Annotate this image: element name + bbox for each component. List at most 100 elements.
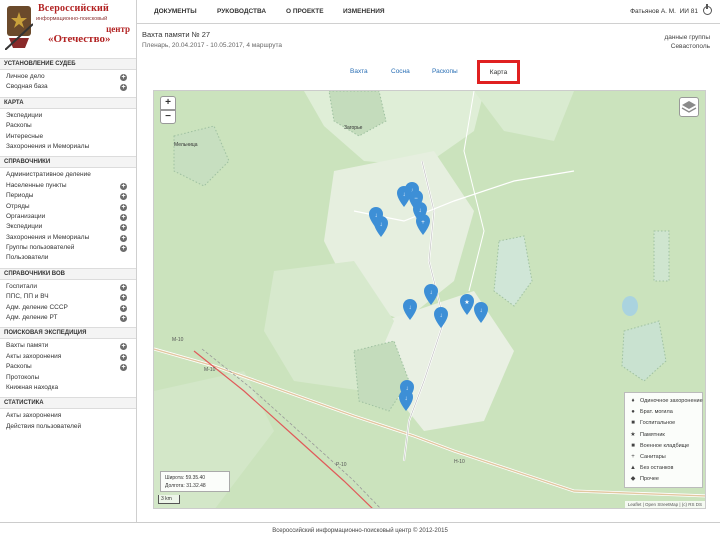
sidebar-item[interactable]: Захоронения и Мемориалы + <box>0 233 136 243</box>
tab-pine[interactable]: Сосна <box>391 68 410 75</box>
sidebar-item[interactable]: Сводная база + <box>0 82 136 92</box>
sidebar-item[interactable]: Организации + <box>0 212 136 222</box>
sidebar-item-label: Акты захоронения <box>6 352 62 360</box>
legend-item[interactable]: ■ Госпитальное <box>629 418 698 429</box>
legend-item[interactable]: ♦ Одиночное захоронение <box>629 396 702 407</box>
add-icon[interactable]: + <box>120 353 127 361</box>
add-icon[interactable]: + <box>120 203 127 211</box>
sidebar-item[interactable]: Отряды + <box>0 202 136 212</box>
triangle-icon: ▲ <box>630 465 636 472</box>
sidebar-item-label: Акты захоронения <box>6 412 62 420</box>
sidebar-item-label: Экспедиции <box>6 223 43 231</box>
map[interactable]: Загорье Мельница М-10 М-10 Р-10 Н-10 ↓ ↓… <box>153 90 706 509</box>
sidebar-item[interactable]: Личное дело + <box>0 72 136 82</box>
logo-line-2: информационно-поисковый <box>36 16 108 22</box>
star-icon: ★ <box>630 431 636 438</box>
add-icon[interactable]: + <box>120 213 127 221</box>
sidebar-item-label: Сводная база <box>6 83 48 91</box>
sidebar-item-label: Организации <box>6 212 46 220</box>
map-legend: ♦ Одиночное захоронение ● Брат. могила ■ Госп… <box>624 392 703 488</box>
sidebar-item-label: Населенные пункты <box>6 181 67 189</box>
add-icon[interactable]: + <box>120 364 127 372</box>
sidebar-item[interactable]: Книжная находка <box>0 383 136 393</box>
nav-changes[interactable]: ИЗМЕНЕНИЯ <box>343 8 385 15</box>
add-icon[interactable]: + <box>120 84 127 92</box>
nav-about[interactable]: О ПРОЕКТЕ <box>286 8 324 15</box>
sidebar-item[interactable]: Раскопы + <box>0 362 136 372</box>
sidebar-item[interactable]: Протоколы <box>0 373 136 383</box>
svg-text:↓: ↓ <box>403 192 406 198</box>
legend-item[interactable]: ■ Военное кладбище <box>629 441 698 452</box>
sidebar-item[interactable]: Интересные <box>0 132 136 142</box>
road-label-1: М-10 <box>172 337 184 343</box>
tab-map[interactable]: Карта <box>477 60 520 84</box>
legend-label: Одиночное захоронение <box>640 398 703 404</box>
sidebar-item[interactable]: ППС, ПП и ВЧ + <box>0 292 136 302</box>
add-icon[interactable]: + <box>120 234 127 242</box>
add-icon[interactable]: + <box>120 74 127 81</box>
svg-text:↓: ↓ <box>419 208 422 214</box>
sidebar-item[interactable]: Захоронения и Мемориалы <box>0 142 136 152</box>
add-icon[interactable]: + <box>120 283 127 291</box>
sidebar-item[interactable]: Адм. деление РТ + <box>0 313 136 323</box>
add-icon[interactable]: + <box>120 193 127 201</box>
legend-item[interactable]: ● Брат. могила <box>629 407 698 418</box>
add-icon[interactable]: + <box>120 304 127 312</box>
nav-documents[interactable]: ДОКУМЕНТЫ <box>154 8 197 15</box>
tab-watch[interactable]: Вахта <box>350 68 368 75</box>
coords-lat: Широта: 59.35.40 <box>165 475 206 481</box>
group-link[interactable]: данные группы <box>664 33 710 42</box>
add-icon[interactable]: + <box>120 224 127 232</box>
svg-text:↓: ↓ <box>430 290 433 296</box>
tab-excavations[interactable]: Раскопы <box>432 68 458 75</box>
sidebar-item[interactable]: Акты захоронения <box>0 411 136 421</box>
place-label-2: Мельница <box>174 142 198 148</box>
sidebar-item[interactable]: Вахты памяти + <box>0 341 136 351</box>
sidebar-item[interactable]: Административное деление <box>0 170 136 180</box>
sidebar-item[interactable]: Акты захоронения + <box>0 352 136 362</box>
sidebar-item-label: Группы пользователей <box>6 244 75 252</box>
nav-manuals[interactable]: РУКОВОДСТВА <box>217 8 266 15</box>
sidebar-item[interactable]: Группы пользователей + <box>0 243 136 253</box>
sidebar-item[interactable]: Раскопы <box>0 121 136 131</box>
sidebar-item-label: Вахты памяти <box>6 342 49 350</box>
legend-item[interactable]: + Санитары <box>629 452 698 463</box>
legend-label: Госпитальное <box>640 420 676 427</box>
road-label-4: Н-10 <box>454 459 465 465</box>
user-name[interactable]: Фатьянов А. М. <box>630 8 676 15</box>
layers-icon[interactable] <box>679 97 699 117</box>
add-icon[interactable]: + <box>120 315 127 323</box>
road-label-2: М-10 <box>204 367 216 373</box>
logo-line-1: Всероссийский <box>38 3 109 14</box>
tab-map-label: Карта <box>489 69 508 76</box>
legend-item[interactable]: ▲ Без останков <box>629 463 698 474</box>
square-icon: ■ <box>631 420 635 427</box>
sidebar-item[interactable]: Действия пользователей <box>0 422 136 432</box>
legend-item[interactable]: ◆ Прочее <box>629 474 698 485</box>
group-city: Севастополь <box>670 43 710 50</box>
layers-icon-glyph <box>681 101 697 113</box>
power-icon[interactable] <box>703 4 712 15</box>
sidebar-item-label: Интересные <box>6 132 44 140</box>
add-icon[interactable]: + <box>120 245 127 253</box>
add-icon[interactable]: + <box>120 182 127 190</box>
sidebar-item[interactable]: Адм. деление СССР + <box>0 303 136 313</box>
circle-icon: ● <box>631 409 635 416</box>
sidebar-item[interactable]: Госпитали + <box>0 282 136 292</box>
zoom-out-button[interactable]: − <box>160 110 176 124</box>
map-attribution[interactable]: Leaflet | Open StreetMap | (c) RS DS <box>624 501 705 508</box>
sidebar-item[interactable]: Экспедиции <box>0 111 136 121</box>
legend-item[interactable]: ★ Памятник <box>629 430 698 441</box>
sidebar-item[interactable]: Населенные пункты + <box>0 181 136 191</box>
sidebar-item[interactable]: Пользователи <box>0 253 136 263</box>
zoom-in-button[interactable]: + <box>160 96 176 110</box>
sidebar-item[interactable]: Экспедиции + <box>0 222 136 232</box>
square-icon: ■ <box>631 442 635 449</box>
sidebar-item[interactable]: Периоды + <box>0 191 136 201</box>
road-label-3: Р-10 <box>336 462 347 468</box>
logo[interactable]: Всероссийский информационно-поисковый це… <box>0 0 136 56</box>
sidebar-section-list: Административное деление Населенные пункт… <box>0 168 136 266</box>
add-icon[interactable]: + <box>120 343 127 351</box>
add-icon[interactable]: + <box>120 294 127 302</box>
expedition-info: Вахта памяти № 27 Пленарь, 20.04.2017 - … <box>142 30 282 49</box>
